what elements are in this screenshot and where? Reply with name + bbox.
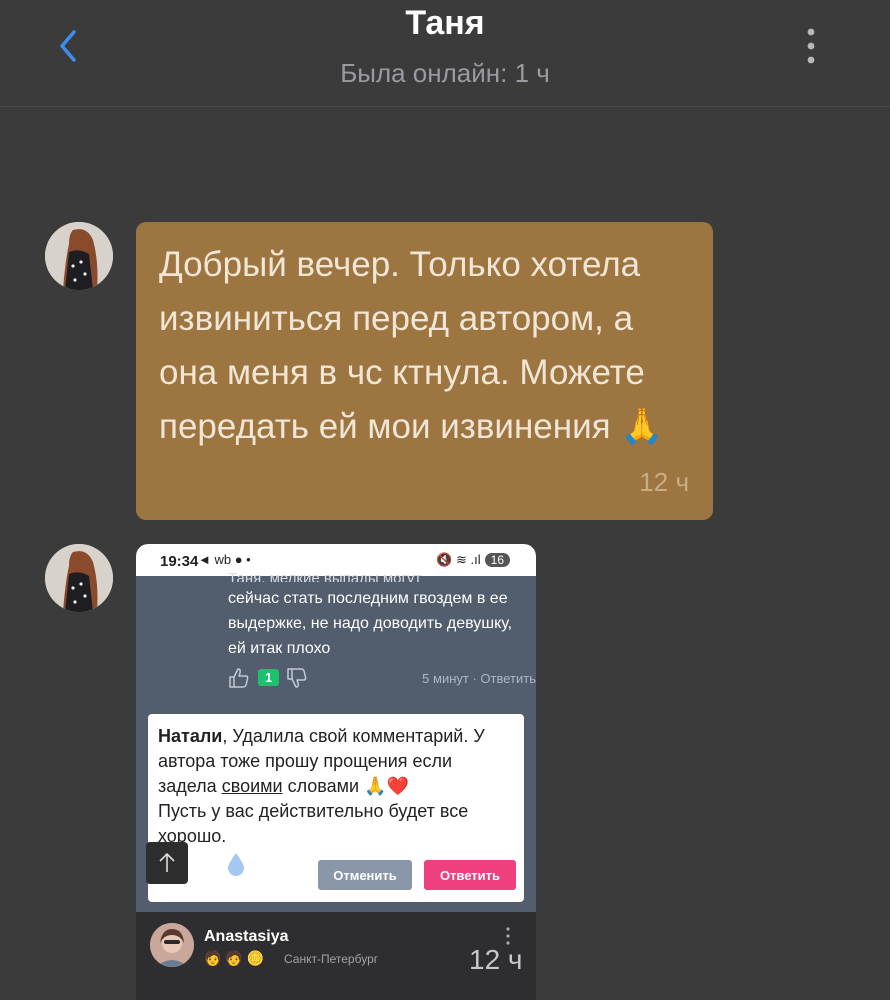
reply-text[interactable]: Натали, Удалила свой комментарий. У авто… xyxy=(158,724,508,850)
reply-box[interactable]: Натали, Удалила свой комментарий. У авто… xyxy=(148,714,524,902)
message-bubble[interactable]: Добрый вечер. Только хотела извиниться п… xyxy=(136,222,713,520)
vote-row: 1 5 минут · Ответить xyxy=(228,667,536,691)
image-attachment[interactable]: 19:34 ◄ wb ● • 🔇 ≋ .ıl 16 Таня, мелкие вы… xyxy=(136,544,536,1000)
message-time: 12 ч xyxy=(639,467,689,497)
thumbs-up-icon[interactable] xyxy=(228,667,250,689)
sender-avatar[interactable] xyxy=(45,544,113,612)
sender-avatar[interactable] xyxy=(45,222,113,290)
comment-cut-line: Таня, мелкие выпады могут xyxy=(228,570,422,582)
battery-icon: 16 xyxy=(484,553,510,567)
message-text: Добрый вечер. Только хотела извиниться п… xyxy=(159,245,664,446)
kebab-menu-icon[interactable] xyxy=(504,926,512,946)
chat-header: Таня Была онлайн: 1 ч xyxy=(0,0,890,107)
status-right-icons: 🔇 ≋ .ıl 16 xyxy=(436,552,510,568)
author-city: Санкт-Петербург xyxy=(284,952,379,966)
online-status: Была онлайн: 1 ч xyxy=(340,58,550,88)
reply-underlined-word: своими xyxy=(221,776,283,796)
chat-title: Таня xyxy=(405,4,485,42)
author-avatar[interactable] xyxy=(150,923,194,967)
reply-text-part-2: словами 🙏❤️ xyxy=(282,776,409,796)
status-icons: ◄ wb ● • xyxy=(198,552,251,567)
water-drop-icon xyxy=(228,853,244,876)
author-badges: 🧑 🧑 🪙 xyxy=(204,950,265,966)
cancel-button[interactable]: Отменить xyxy=(318,860,412,890)
reply-text-part-3: Пусть у вас действительно будет все хоро… xyxy=(158,801,469,846)
thumbs-down-icon[interactable] xyxy=(286,667,308,689)
message-time: 12 ч xyxy=(469,944,523,975)
reply-mention: Натали xyxy=(158,726,223,746)
signal-icons: 🔇 ≋ .ıl xyxy=(436,552,481,567)
comment-age: 5 минут xyxy=(422,671,469,686)
author-name[interactable]: Anastasiya xyxy=(204,928,289,946)
comment-text: сейчас стать последним гвоздем в ее выде… xyxy=(228,590,513,657)
likes-count: 1 xyxy=(258,669,280,686)
kebab-menu-icon[interactable] xyxy=(798,26,824,66)
scroll-up-button[interactable] xyxy=(146,842,188,884)
reply-button[interactable]: Ответить xyxy=(424,860,516,890)
reply-link[interactable]: Ответить xyxy=(480,671,536,686)
status-time: 19:34 xyxy=(160,553,199,570)
comment-meta: 5 минут · Ответить xyxy=(422,671,536,686)
arrow-up-icon xyxy=(159,852,175,872)
